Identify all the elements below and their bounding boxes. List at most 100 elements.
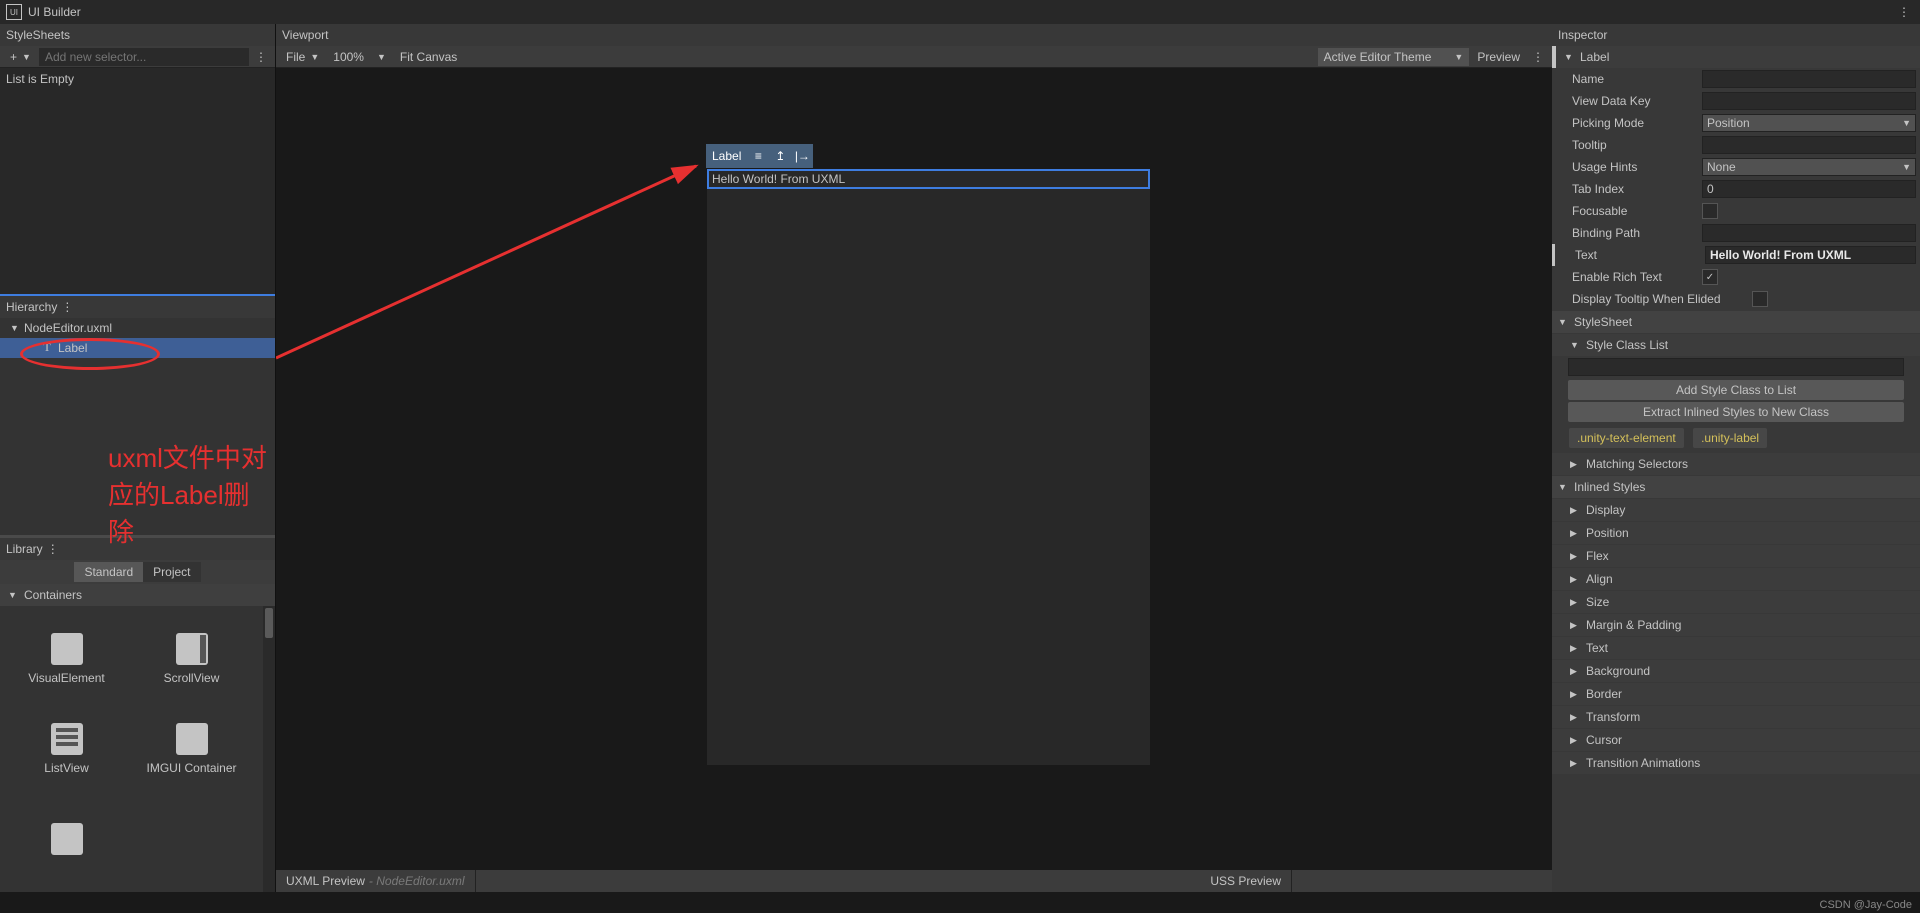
add-styleclass-button[interactable]: Add Style Class to List (1568, 380, 1904, 400)
preview-button[interactable]: Preview (1471, 48, 1526, 66)
inspector-column: Inspector ▼ Label Name View Data Key Pic… (1552, 24, 1920, 892)
inlined-styles-foldout[interactable]: ▼Inlined Styles (1552, 476, 1920, 498)
bindingpath-field[interactable] (1702, 224, 1916, 242)
canvas-label-element[interactable]: Hello World! From UXML (707, 169, 1150, 189)
text-foldout[interactable]: ▶Text (1552, 637, 1920, 659)
inspector-header: Inspector (1552, 24, 1920, 46)
lib-visualelement[interactable]: VisualElement (4, 614, 129, 704)
name-field[interactable] (1702, 70, 1916, 88)
uxml-canvas[interactable]: Hello World! From UXML (706, 168, 1151, 766)
fit-canvas-button[interactable]: Fit Canvas (394, 48, 463, 66)
pickingmode-select[interactable]: Position▼ (1702, 114, 1916, 132)
hierarchy-item-label: Label (58, 341, 87, 355)
tabindex-label: Tab Index (1572, 182, 1702, 196)
align-icon[interactable]: ≡ (747, 144, 769, 168)
viewport-toolbar: File▼ 100%▼ Fit Canvas Active Editor The… (276, 46, 1552, 68)
library-body: VisualElement ScrollView ListView IMGUI … (0, 606, 275, 892)
align-foldout[interactable]: ▶Align (1552, 568, 1920, 590)
library-menu-icon[interactable]: ⋮ (43, 542, 63, 556)
expand-icon: ▼ (8, 590, 18, 600)
stylesheets-menu-icon[interactable]: ⋮ (251, 50, 271, 64)
styleclasslist-foldout[interactable]: ▼Style Class List (1552, 334, 1920, 356)
extract-styles-button[interactable]: Extract Inlined Styles to New Class (1568, 402, 1904, 422)
cursor-foldout[interactable]: ▶Cursor (1552, 729, 1920, 751)
tab-standard[interactable]: Standard (74, 562, 143, 582)
lib-listview[interactable]: ListView (4, 704, 129, 794)
usagehints-select[interactable]: None▼ (1702, 158, 1916, 176)
hierarchy-label-item[interactable]: T Label (0, 338, 275, 358)
anchor-top-icon[interactable]: ↥ (769, 144, 791, 168)
bindingpath-label: Binding Path (1572, 226, 1702, 240)
flex-foldout[interactable]: ▶Flex (1552, 545, 1920, 567)
richtext-checkbox[interactable]: ✓ (1702, 269, 1718, 285)
transition-foldout[interactable]: ▶Transition Animations (1552, 752, 1920, 774)
add-stylesheet-button[interactable]: +▼ (4, 48, 37, 66)
library-scrollbar[interactable] (263, 606, 275, 892)
text-label: Text (1575, 248, 1705, 262)
position-foldout[interactable]: ▶Position (1552, 522, 1920, 544)
lib-more[interactable] (4, 794, 129, 884)
viewport-header: Viewport (276, 24, 1552, 46)
lib-scrollview[interactable]: ScrollView (129, 614, 254, 704)
annotation-text: uxml文件中对应的Label删除 (108, 438, 275, 549)
inspector-element-header[interactable]: ▼ Label (1552, 46, 1920, 68)
margin-padding-foldout[interactable]: ▶Margin & Padding (1552, 614, 1920, 636)
more-icon (51, 823, 83, 855)
expand-icon[interactable]: ▼ (10, 323, 20, 333)
uxml-preview-tab[interactable]: UXML Preview - NodeEditor.uxml (276, 870, 476, 892)
library-tabs: Standard Project (0, 560, 275, 584)
badge-label[interactable]: .unity-label (1693, 428, 1767, 448)
background-foldout[interactable]: ▶Background (1552, 660, 1920, 682)
inspector-body: Name View Data Key Picking ModePosition▼… (1552, 68, 1920, 892)
selector-input[interactable] (39, 48, 249, 66)
viewport-menu-icon[interactable]: ⋮ (1528, 50, 1548, 64)
tabindex-field[interactable] (1702, 180, 1916, 198)
stylesheet-foldout[interactable]: ▼StyleSheet (1552, 311, 1920, 333)
focusable-checkbox[interactable] (1702, 203, 1718, 219)
text-icon: T (40, 340, 54, 355)
watermark: CSDN @Jay-Code (1820, 899, 1912, 911)
hierarchy-file: NodeEditor.uxml (24, 321, 112, 335)
display-foldout[interactable]: ▶Display (1552, 499, 1920, 521)
matching-selectors-foldout[interactable]: ▶Matching Selectors (1552, 453, 1920, 475)
center-column: Viewport File▼ 100%▼ Fit Canvas Active E… (276, 24, 1552, 892)
preview-strip: UXML Preview - NodeEditor.uxml USS Previ… (276, 870, 1552, 892)
app-title: UI Builder (28, 5, 81, 19)
hierarchy-header: Hierarchy ⋮ (0, 296, 275, 318)
badge-text-element[interactable]: .unity-text-element (1569, 428, 1684, 448)
transform-foldout[interactable]: ▶Transform (1552, 706, 1920, 728)
usagehints-label: Usage Hints (1572, 160, 1702, 174)
uss-preview-tab[interactable]: USS Preview (1200, 870, 1292, 892)
viewdatakey-label: View Data Key (1572, 94, 1702, 108)
tooltip-field[interactable] (1702, 136, 1916, 154)
text-field[interactable] (1705, 246, 1916, 264)
scrollview-icon (176, 633, 208, 665)
stylesheets-header: StyleSheets (0, 24, 275, 46)
styleclass-input[interactable] (1568, 358, 1904, 376)
border-foldout[interactable]: ▶Border (1552, 683, 1920, 705)
theme-dropdown[interactable]: Active Editor Theme▼ (1318, 48, 1470, 66)
pickingmode-label: Picking Mode (1572, 116, 1702, 130)
size-foldout[interactable]: ▶Size (1552, 591, 1920, 613)
elidedtooltip-checkbox[interactable] (1752, 291, 1768, 307)
imgui-icon (176, 723, 208, 755)
expand-icon: ▼ (1564, 52, 1574, 62)
name-label: Name (1572, 72, 1702, 86)
file-menu[interactable]: File▼ (280, 48, 325, 66)
left-column: StyleSheets +▼ ⋮ List is Empty Hierarchy… (0, 24, 276, 892)
library-category[interactable]: ▼ Containers (0, 584, 275, 606)
tab-project[interactable]: Project (143, 562, 200, 582)
richtext-label: Enable Rich Text (1572, 270, 1702, 284)
hierarchy-root[interactable]: ▼ NodeEditor.uxml (0, 318, 275, 338)
titlebar: UI UI Builder ⋮ (0, 0, 1920, 24)
viewport-canvas-area[interactable]: Label ≡ ↥ |→ Hello World! From UXML (276, 68, 1552, 870)
hierarchy-menu-icon[interactable]: ⋮ (57, 300, 77, 314)
titlebar-menu-icon[interactable]: ⋮ (1894, 5, 1914, 19)
lib-imgui[interactable]: IMGUI Container (129, 704, 254, 794)
app-icon: UI (6, 4, 22, 20)
anchor-right-icon[interactable]: |→ (791, 144, 813, 168)
viewdatakey-field[interactable] (1702, 92, 1916, 110)
zoom-dropdown[interactable]: 100%▼ (327, 48, 392, 66)
focusable-label: Focusable (1572, 204, 1702, 218)
visualelement-icon (51, 633, 83, 665)
